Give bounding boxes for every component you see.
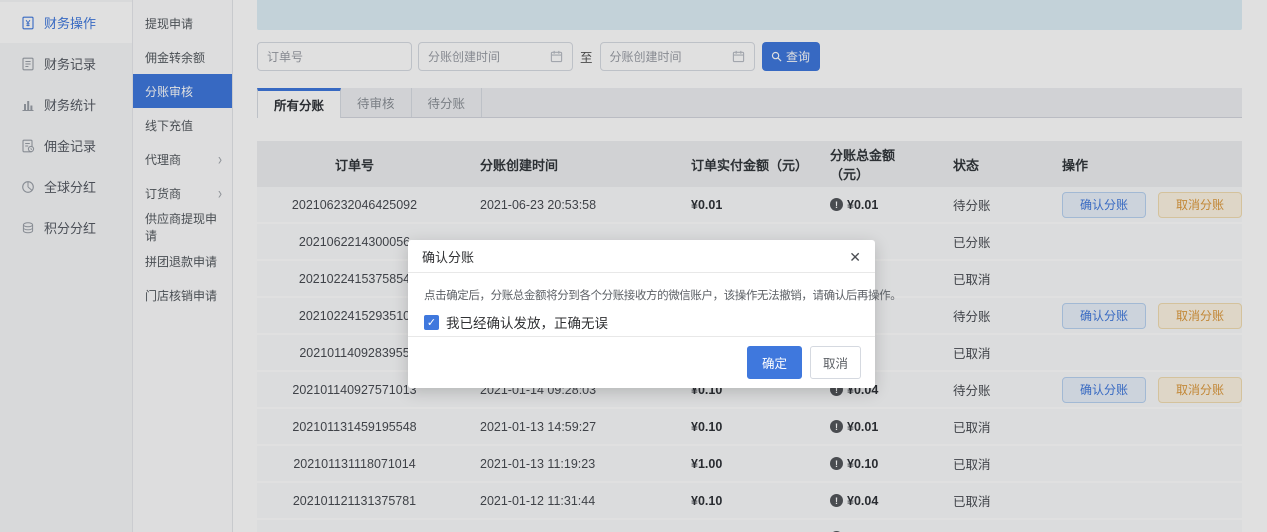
- checkbox-checked-icon[interactable]: ✓: [424, 315, 439, 330]
- checkbox-label: 我已经确认发放，正确无误: [446, 312, 608, 332]
- confirm-checkbox-row[interactable]: ✓ 我已经确认发放，正确无误: [424, 312, 859, 332]
- modal-cancel-button[interactable]: 取消: [810, 346, 861, 379]
- modal-message: 点击确定后，分账总金额将分到各个分账接收方的微信账户，该操作无法撤销，请确认后再…: [424, 287, 859, 303]
- confirm-split-modal: 确认分账 ✕ 点击确定后，分账总金额将分到各个分账接收方的微信账户，该操作无法撤…: [408, 240, 875, 388]
- modal-header: 确认分账 ✕: [408, 240, 875, 273]
- modal-footer: 确定 取消: [408, 336, 875, 388]
- modal-title: 确认分账: [422, 247, 474, 266]
- close-icon[interactable]: ✕: [849, 250, 861, 264]
- modal-body: 点击确定后，分账总金额将分到各个分账接收方的微信账户，该操作无法撤销，请确认后再…: [408, 273, 875, 332]
- modal-confirm-button[interactable]: 确定: [747, 346, 802, 379]
